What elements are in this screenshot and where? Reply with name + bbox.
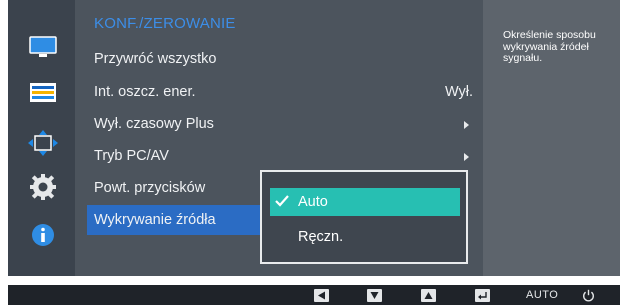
power-button[interactable] xyxy=(582,289,595,302)
source-detection-dropdown: Auto Ręczn. xyxy=(260,170,468,264)
help-panel: Określenie sposobu wykrywania źródeł syg… xyxy=(483,0,620,276)
option-label: Auto xyxy=(298,194,328,210)
option-auto[interactable]: Auto xyxy=(270,188,460,216)
menu-item-label: Tryb PC/AV xyxy=(94,148,169,164)
up-button[interactable] xyxy=(421,289,436,302)
category-sidebar xyxy=(8,0,75,276)
chevron-right-icon xyxy=(464,121,469,129)
menu-item-label: Int. oszcz. ener. xyxy=(94,84,196,100)
enter-icon xyxy=(478,291,487,299)
menu-item-reset-all[interactable]: Przywróć wszystko xyxy=(75,44,483,74)
auto-button[interactable]: AUTO xyxy=(526,288,558,301)
menu-item-label: Przywróć wszystko xyxy=(94,51,217,67)
option-label: Ręczn. xyxy=(298,229,344,245)
down-button[interactable] xyxy=(367,289,382,302)
control-button-bar: AUTO xyxy=(8,285,620,305)
menu-item-label: Wykrywanie źródła xyxy=(94,212,216,228)
color-icon[interactable] xyxy=(28,80,58,106)
menu-item-off-timer-plus[interactable]: Wył. czasowy Plus xyxy=(75,109,483,139)
menu-item-source-detection[interactable]: Wykrywanie źródła xyxy=(87,205,265,235)
checkmark-icon xyxy=(275,195,289,207)
power-icon xyxy=(583,289,594,302)
triangle-up-icon xyxy=(424,292,433,299)
menu-item-value: Wył. xyxy=(444,84,473,100)
menu-item-eco-saving[interactable]: Int. oszcz. ener. Wył. xyxy=(75,77,483,107)
enter-button[interactable] xyxy=(475,289,490,302)
information-icon[interactable] xyxy=(28,222,58,248)
menu-item-pc-av-mode[interactable]: Tryb PC/AV xyxy=(75,141,483,171)
triangle-down-icon xyxy=(370,292,379,299)
osd-window: KONF./ZEROWANIE Przywróć wszystko Int. o… xyxy=(8,0,620,276)
menu-title: KONF./ZEROWANIE xyxy=(94,15,236,32)
menu-item-label: Powt. przycisków xyxy=(94,180,206,196)
left-button[interactable] xyxy=(314,289,329,302)
picture-icon[interactable] xyxy=(28,34,58,60)
help-text: Określenie sposobu wykrywania źródeł syg… xyxy=(503,29,596,64)
chevron-right-icon xyxy=(464,153,469,161)
settings-menu: KONF./ZEROWANIE Przywróć wszystko Int. o… xyxy=(75,0,483,276)
menu-item-label: Wył. czasowy Plus xyxy=(94,116,214,132)
triangle-left-icon xyxy=(318,291,325,300)
system-icon[interactable] xyxy=(28,174,58,200)
size-position-icon[interactable] xyxy=(28,130,58,156)
option-manual[interactable]: Ręczn. xyxy=(270,223,460,251)
